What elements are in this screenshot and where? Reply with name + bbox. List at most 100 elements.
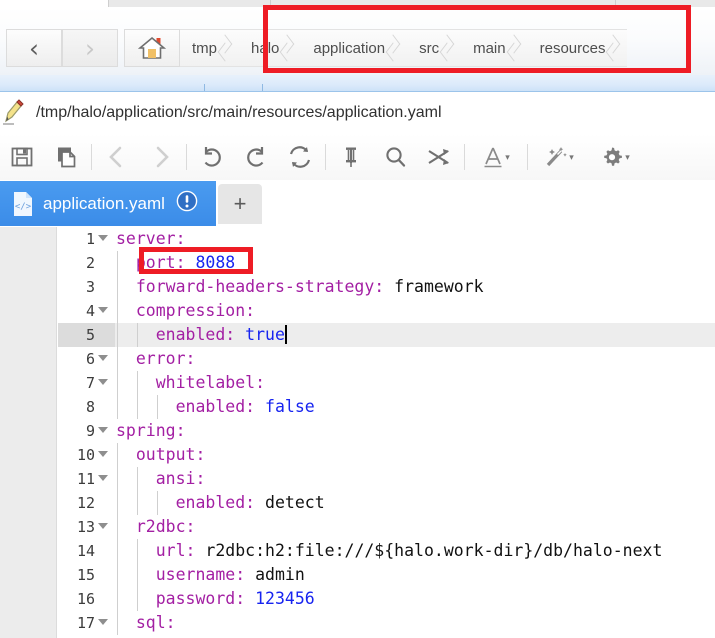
tab-stub[interactable] bbox=[0, 0, 109, 7]
code-line-text: compression: bbox=[116, 299, 255, 323]
undo-arrow-icon bbox=[204, 147, 221, 167]
code-line[interactable]: 1 server: bbox=[58, 227, 715, 251]
line-background bbox=[115, 611, 715, 635]
file-path-text: /tmp/halo/application/src/main/resources… bbox=[36, 104, 442, 121]
forward-button[interactable] bbox=[139, 135, 183, 179]
line-number: 4 bbox=[85, 302, 95, 320]
nav-back-button[interactable]: ‹ bbox=[6, 29, 62, 67]
chevron-down-icon: ▾ bbox=[505, 151, 510, 162]
line-number: 8 bbox=[85, 398, 95, 416]
line-number-cell: 16 bbox=[58, 587, 115, 611]
redo-arrow-icon bbox=[247, 147, 264, 167]
code-line-text: error: bbox=[116, 347, 196, 371]
toolbar-separator bbox=[527, 144, 528, 170]
tab-stub[interactable] bbox=[615, 0, 616, 7]
new-tab-button[interactable]: + bbox=[218, 184, 262, 224]
magic-wand-menu-button[interactable]: ▾ bbox=[531, 135, 587, 179]
line-number: 15 bbox=[76, 566, 95, 584]
breadcrumb-label: application bbox=[313, 39, 386, 57]
line-number-cell: 3 bbox=[58, 275, 115, 299]
fold-triangle-icon[interactable] bbox=[98, 523, 108, 529]
yaml-value: true bbox=[235, 325, 285, 344]
fold-triangle-icon[interactable] bbox=[98, 475, 108, 481]
redo-button[interactable] bbox=[234, 135, 278, 179]
breadcrumb-item-tmp[interactable]: tmp bbox=[180, 30, 239, 66]
code-line[interactable]: 12 enabled: detect bbox=[58, 491, 715, 515]
tab-application-yaml[interactable]: </> application.yaml bbox=[0, 181, 216, 226]
line-number-cell: 10 bbox=[58, 443, 115, 467]
yaml-key: enabled: bbox=[155, 325, 236, 344]
breadcrumb-item-halo[interactable]: halo bbox=[239, 30, 301, 66]
yaml-key: port: bbox=[135, 253, 186, 272]
tab-stub[interactable] bbox=[270, 0, 271, 7]
code-line[interactable]: 15 username: admin bbox=[58, 563, 715, 587]
line-number: 12 bbox=[76, 494, 95, 512]
code-line[interactable]: 17 sql: bbox=[58, 611, 715, 635]
copy-button[interactable] bbox=[44, 135, 88, 179]
home-icon bbox=[138, 36, 166, 59]
font-menu-button[interactable]: ▾ bbox=[468, 135, 524, 179]
code-line[interactable]: 13 r2dbc: bbox=[58, 515, 715, 539]
reload-button[interactable] bbox=[278, 135, 322, 179]
breadcrumb-label: halo bbox=[251, 39, 280, 57]
code-line[interactable]: 16 password: 123456 bbox=[58, 587, 715, 611]
undo-button[interactable] bbox=[190, 135, 234, 179]
code-line[interactable]: 8 enabled: false bbox=[58, 395, 715, 419]
pin-button[interactable] bbox=[329, 135, 373, 179]
find-button[interactable] bbox=[373, 135, 417, 179]
fold-triangle-icon[interactable] bbox=[98, 451, 108, 457]
line-background bbox=[115, 347, 715, 371]
fold-triangle-icon[interactable] bbox=[98, 427, 108, 433]
fold-triangle-icon[interactable] bbox=[98, 235, 108, 241]
line-background bbox=[115, 515, 715, 539]
code-line[interactable]: 14 url: r2dbc:h2:file:///${halo.work-dir… bbox=[58, 539, 715, 563]
yaml-value: framework bbox=[384, 277, 484, 296]
pin-icon bbox=[346, 147, 356, 167]
code-line[interactable]: 10 output: bbox=[58, 443, 715, 467]
yaml-key: sql: bbox=[135, 613, 176, 632]
save-floppy-icon bbox=[11, 147, 33, 167]
plus-icon: + bbox=[233, 191, 247, 216]
code-line[interactable]: 3 forward-headers-strategy: framework bbox=[58, 275, 715, 299]
breadcrumb-item-main[interactable]: main bbox=[461, 30, 528, 66]
divider-tick bbox=[262, 84, 263, 91]
fold-triangle-icon[interactable] bbox=[98, 307, 108, 313]
line-number-cell: 9 bbox=[58, 419, 115, 443]
explorer-toolbar: ‹ › tmp halo application src main resour… bbox=[0, 7, 715, 75]
fold-triangle-icon[interactable] bbox=[98, 355, 108, 361]
breadcrumb-item-application[interactable]: application bbox=[301, 30, 407, 66]
back-button[interactable] bbox=[95, 135, 139, 179]
yaml-key: password: bbox=[155, 589, 246, 608]
tab-label: application.yaml bbox=[43, 193, 165, 213]
code-line-text: username: admin bbox=[116, 563, 305, 587]
search-magnifier-icon bbox=[386, 147, 406, 167]
breadcrumb-item-src[interactable]: src bbox=[407, 30, 461, 66]
font-letter-a-icon bbox=[484, 147, 502, 168]
chevron-right-icon bbox=[279, 29, 297, 67]
code-area[interactable]: 1 server: 2 port: 8088 3 forward-headers-st… bbox=[58, 227, 715, 638]
chevron-left-icon: ‹ bbox=[29, 33, 39, 63]
nav-forward-button[interactable]: › bbox=[62, 29, 118, 67]
code-line[interactable]: 6 error: bbox=[58, 347, 715, 371]
code-line[interactable]: 11 ansi: bbox=[58, 467, 715, 491]
code-line[interactable]: 5 enabled: true bbox=[58, 323, 715, 347]
line-number: 5 bbox=[85, 326, 95, 344]
save-button[interactable] bbox=[0, 135, 44, 179]
shuffle-button[interactable] bbox=[417, 135, 461, 179]
shuffle-arrows-icon bbox=[428, 149, 449, 165]
fold-triangle-icon[interactable] bbox=[98, 619, 108, 625]
breadcrumb-label: tmp bbox=[192, 39, 218, 57]
code-line[interactable]: 9 spring: bbox=[58, 419, 715, 443]
home-button[interactable] bbox=[124, 29, 180, 67]
code-line[interactable]: 2 port: 8088 bbox=[58, 251, 715, 275]
line-number-cell: 12 bbox=[58, 491, 115, 515]
breadcrumb-item-resources[interactable]: resources bbox=[528, 30, 628, 66]
fold-triangle-icon[interactable] bbox=[98, 379, 108, 385]
line-number-cell: 5 bbox=[58, 323, 115, 347]
code-line[interactable]: 7 whitelabel: bbox=[58, 371, 715, 395]
code-editor[interactable]: 1 server: 2 port: 8088 3 forward-headers-st… bbox=[0, 227, 715, 638]
chevron-left-icon bbox=[109, 146, 122, 168]
code-line[interactable]: 4 compression: bbox=[58, 299, 715, 323]
warning-exclamation-icon[interactable] bbox=[176, 190, 198, 217]
settings-menu-button[interactable]: ▾ bbox=[587, 135, 643, 179]
